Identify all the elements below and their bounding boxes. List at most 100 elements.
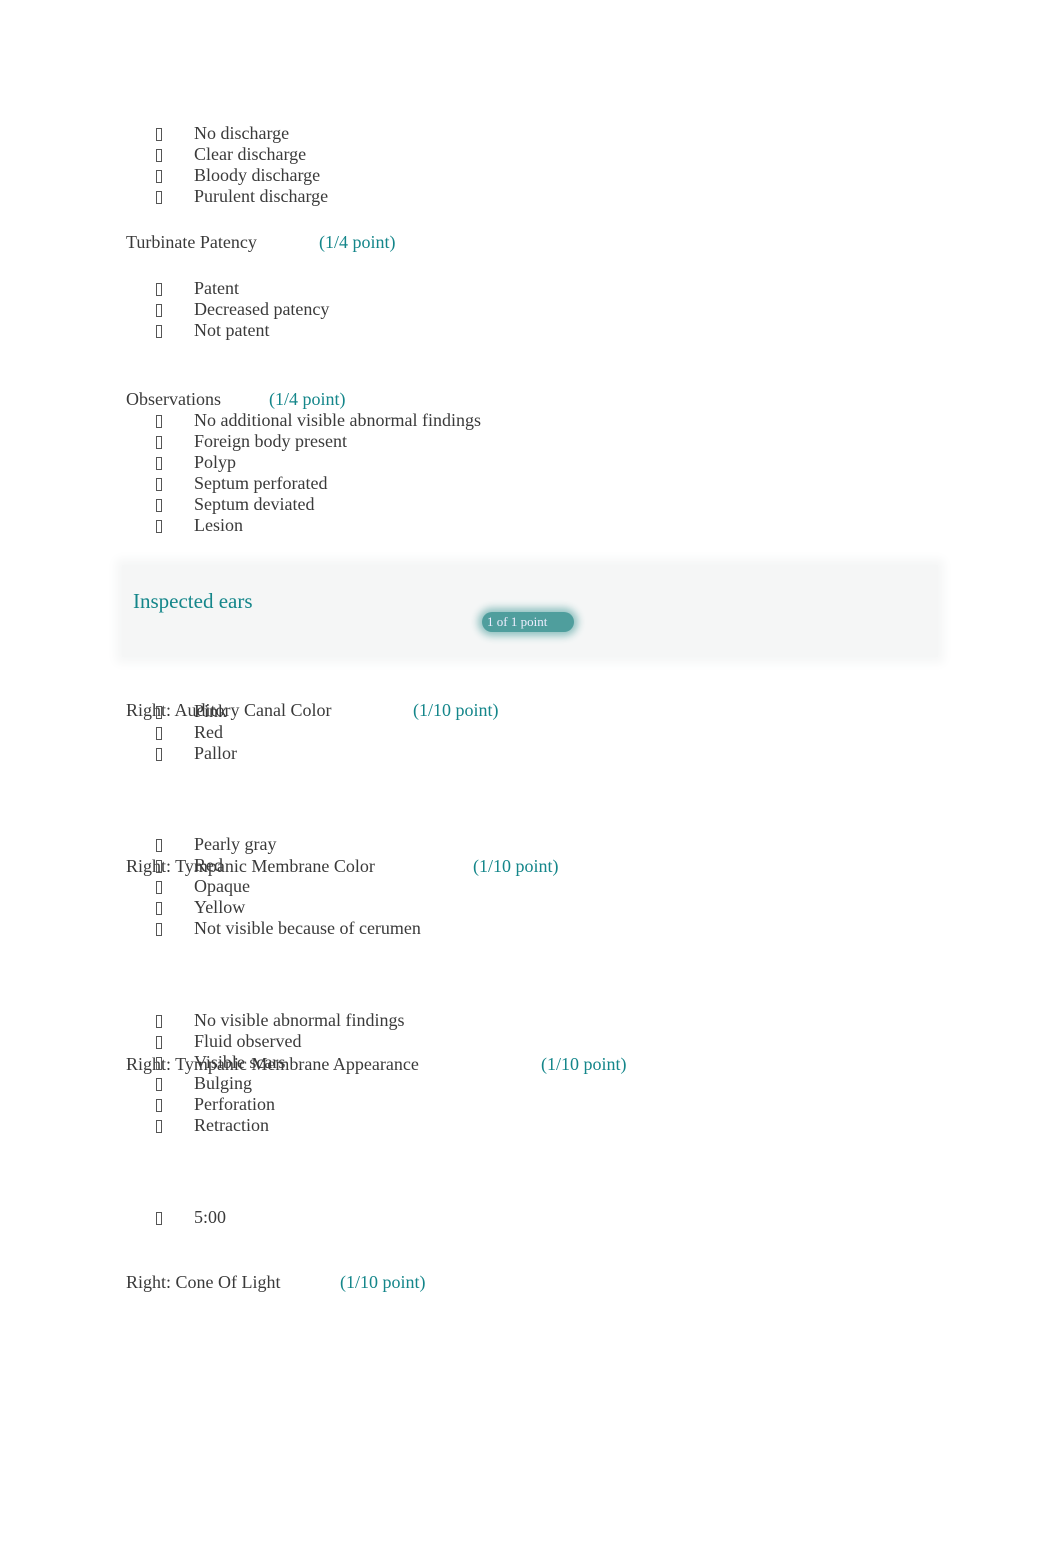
option-item: Clear discharge	[126, 144, 328, 165]
option-label: Retraction	[194, 1115, 269, 1135]
question-points: (1/10 point)	[541, 1054, 627, 1074]
option-box-icon	[156, 1099, 162, 1112]
question-label: Observations	[126, 389, 221, 409]
question-points: (1/10 point)	[340, 1272, 426, 1292]
option-item: Pink	[126, 701, 237, 722]
question-points: (1/4 point)	[269, 389, 346, 409]
option-box-icon	[156, 457, 162, 470]
option-label: Not visible because of cerumen	[194, 918, 421, 938]
option-label: Purulent discharge	[194, 186, 329, 206]
option-label: Visible scars	[194, 1052, 286, 1072]
option-box-icon	[156, 283, 162, 296]
score-badge: 1 of 1 point	[482, 612, 574, 632]
option-list: Patent Decreased patency Not patent	[126, 278, 329, 341]
option-box-icon	[156, 1057, 162, 1070]
option-label: Septum perforated	[194, 473, 328, 493]
option-list: No discharge Clear discharge Bloody discha…	[126, 123, 328, 207]
option-label: No additional visible abnormal findings	[194, 410, 481, 430]
option-label: Septum deviated	[194, 494, 315, 514]
question: Right: Auditory Canal Color (1/10 point)	[126, 699, 1062, 721]
option-item: Yellow	[126, 897, 421, 918]
option-box-icon	[156, 191, 162, 204]
option-box-icon	[156, 923, 162, 936]
option-item: Lesion	[126, 515, 481, 536]
option-label: Patent	[194, 278, 239, 298]
option-label: No visible abnormal findings	[194, 1010, 405, 1030]
option-item: Red	[126, 855, 421, 876]
option-label: Polyp	[194, 452, 237, 472]
option-box-icon	[156, 128, 162, 141]
option-box-icon	[156, 499, 162, 512]
option-item: Septum deviated	[126, 494, 481, 515]
option-item: Red	[126, 722, 237, 743]
option-label: Bloody discharge	[194, 165, 321, 185]
option-label: Bulging	[194, 1073, 253, 1093]
option-box-icon	[156, 436, 162, 449]
option-item: Retraction	[126, 1115, 404, 1136]
option-item: 5:00	[126, 1207, 226, 1228]
option-label: 5:00	[194, 1207, 227, 1227]
question-points: (1/10 point)	[473, 856, 559, 876]
option-list: No additional visible abnormal findings F…	[126, 410, 481, 536]
option-item: Pallor	[126, 743, 237, 764]
option-item: No additional visible abnormal findings	[126, 410, 481, 431]
option-box-icon	[156, 170, 162, 183]
option-item: Opaque	[126, 876, 421, 897]
option-item: Foreign body present	[126, 431, 481, 452]
option-box-icon	[156, 727, 162, 740]
option-box-icon	[156, 706, 162, 719]
option-item: Septum perforated	[126, 473, 481, 494]
option-item: Not visible because of cerumen	[126, 918, 421, 939]
option-label: Pallor	[194, 743, 237, 763]
question: Observations (1/4 point)	[126, 388, 1062, 410]
option-item: Fluid observed	[126, 1031, 404, 1052]
option-list: Pink Red Pallor	[126, 701, 237, 764]
option-item: Bulging	[126, 1073, 404, 1094]
question-points: (1/4 point)	[319, 232, 396, 252]
option-item: Visible scars	[126, 1052, 404, 1073]
option-item: Pearly gray	[126, 834, 421, 855]
option-item: Perforation	[126, 1094, 404, 1115]
option-list: No visible abnormal findings Fluid observ…	[126, 1010, 404, 1136]
option-box-icon	[156, 304, 162, 317]
option-box-icon	[156, 478, 162, 491]
option-item: Purulent discharge	[126, 186, 328, 207]
section-title: Inspected ears	[133, 589, 253, 613]
option-label: Decreased patency	[194, 299, 330, 319]
option-list: Pearly gray Red Opaque Yellow Not visible be…	[126, 834, 421, 939]
question: Right: Cone Of Light (1/10 point)	[126, 1271, 1062, 1293]
option-box-icon	[156, 902, 162, 915]
option-box-icon	[156, 325, 162, 338]
option-item: Patent	[126, 278, 329, 299]
option-label: Opaque	[194, 876, 250, 896]
option-box-icon	[156, 881, 162, 894]
option-label: Not patent	[194, 320, 270, 340]
option-label: Pearly gray	[194, 834, 277, 854]
option-list: 5:00	[126, 1207, 226, 1228]
option-box-icon	[156, 860, 162, 873]
option-label: Perforation	[194, 1094, 275, 1114]
option-box-icon	[156, 1078, 162, 1091]
option-label: Fluid observed	[194, 1031, 302, 1051]
question: Turbinate Patency (1/4 point)	[126, 231, 1062, 253]
option-box-icon	[156, 415, 162, 428]
question-points: (1/10 point)	[413, 700, 499, 720]
option-item: No discharge	[126, 123, 328, 144]
option-item: Not patent	[126, 320, 329, 341]
option-label: Clear discharge	[194, 144, 307, 164]
option-item: Decreased patency	[126, 299, 329, 320]
option-label: Yellow	[194, 897, 246, 917]
option-item: No visible abnormal findings	[126, 1010, 404, 1031]
option-label: Red	[194, 855, 223, 875]
option-box-icon	[156, 1015, 162, 1028]
option-box-icon	[156, 1120, 162, 1133]
section-header: Inspected ears 1 of 1 point	[122, 565, 938, 657]
option-label: No discharge	[194, 123, 290, 143]
option-box-icon	[156, 1036, 162, 1049]
option-label: Pink	[194, 701, 228, 721]
option-box-icon	[156, 748, 162, 761]
option-item: Polyp	[126, 452, 481, 473]
option-label: Red	[194, 722, 223, 742]
option-box-icon	[156, 839, 162, 852]
option-box-icon	[156, 149, 162, 162]
